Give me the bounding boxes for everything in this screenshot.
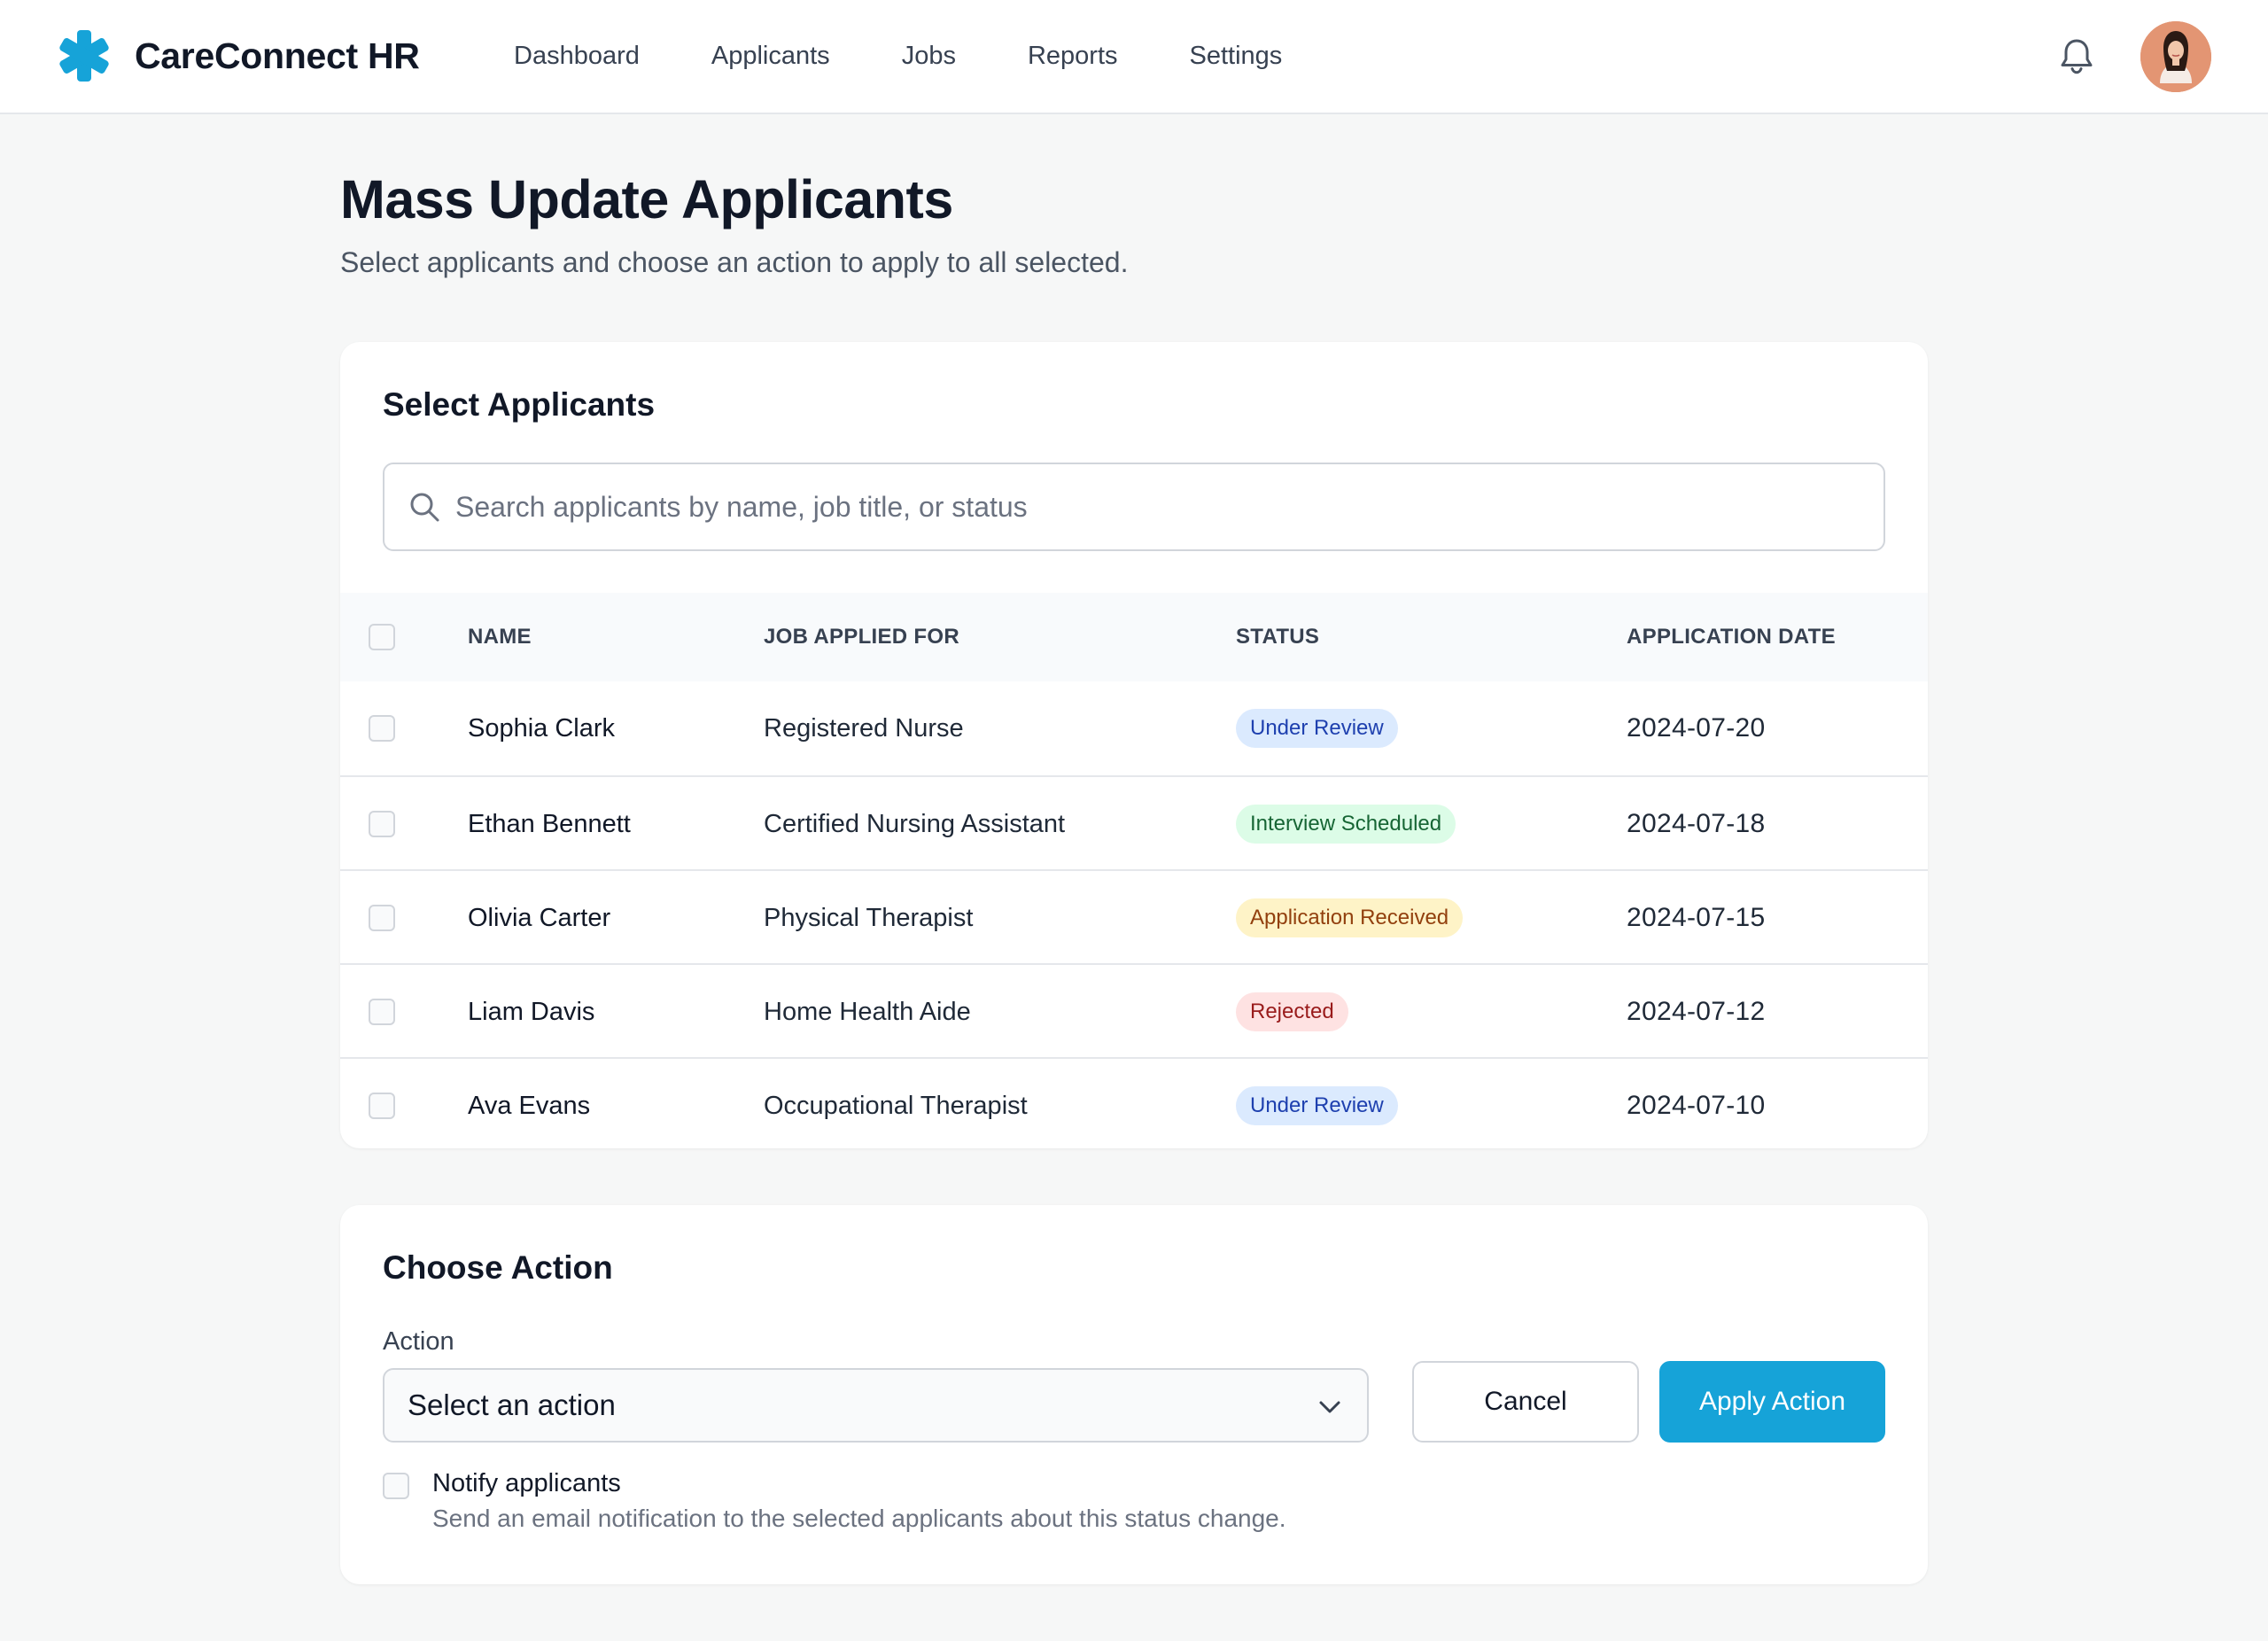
table-row[interactable]: Sophia Clark Registered Nurse Under Revi… — [340, 681, 1928, 775]
notify-applicants-help: Send an email notification to the select… — [432, 1505, 1286, 1532]
column-header-name[interactable]: NAME — [468, 625, 532, 649]
cancel-button[interactable]: Cancel — [1412, 1361, 1639, 1443]
applicants-table: NAME JOB APPLIED FOR STATUS APPLICATION … — [340, 593, 1928, 1148]
notify-applicants-label: Notify applicants — [432, 1469, 621, 1497]
top-navigation-bar: CareConnect HR Dashboard Applicants Jobs… — [0, 0, 2268, 114]
action-select[interactable]: Select an action — [383, 1368, 1369, 1443]
applicant-name: Olivia Carter — [468, 903, 611, 932]
table-row[interactable]: Liam Davis Home Health Aide Rejected 202… — [340, 963, 1928, 1057]
action-field-label: Action — [383, 1327, 454, 1356]
action-select-value: Select an action — [408, 1388, 616, 1421]
search-icon — [410, 493, 439, 522]
bell-icon[interactable] — [2055, 35, 2098, 78]
page-title: Mass Update Applicants — [340, 169, 953, 229]
applicant-job: Registered Nurse — [764, 713, 964, 743]
applicant-name: Sophia Clark — [468, 713, 616, 743]
table-row[interactable]: Olivia Carter Physical Therapist Applica… — [340, 869, 1928, 963]
row-checkbox[interactable] — [369, 1093, 395, 1119]
nav-item-jobs[interactable]: Jobs — [902, 37, 956, 74]
select-all-checkbox[interactable] — [369, 624, 395, 650]
brand[interactable]: CareConnect HR — [58, 30, 420, 82]
user-avatar-image — [2140, 21, 2211, 92]
applicant-job: Physical Therapist — [764, 903, 974, 932]
table-header: NAME JOB APPLIED FOR STATUS APPLICATION … — [340, 593, 1928, 681]
status-badge: Under Review — [1236, 709, 1398, 748]
applicant-job: Certified Nursing Assistant — [764, 809, 1066, 838]
applicant-name: Liam Davis — [468, 997, 595, 1026]
choose-action-card: Choose Action Action Select an action Ca… — [340, 1205, 1928, 1584]
applicant-job: Occupational Therapist — [764, 1091, 1028, 1120]
main-nav: Dashboard Applicants Jobs Reports Settin… — [514, 37, 1354, 74]
status-badge: Application Received — [1236, 898, 1464, 937]
nav-item-reports[interactable]: Reports — [1028, 37, 1118, 74]
select-applicants-card: Select Applicants NAME JOB APPLIED FOR S… — [340, 342, 1928, 1148]
app-name: CareConnect HR — [135, 35, 420, 76]
applicant-job: Home Health Aide — [764, 997, 971, 1026]
row-checkbox[interactable] — [369, 905, 395, 931]
nav-item-applicants[interactable]: Applicants — [711, 37, 830, 74]
row-checkbox[interactable] — [369, 999, 395, 1025]
application-date: 2024-07-10 — [1627, 1091, 1766, 1120]
nav-item-dashboard[interactable]: Dashboard — [514, 37, 640, 74]
search-field[interactable] — [383, 463, 1885, 551]
table-body: Sophia Clark Registered Nurse Under Revi… — [340, 681, 1928, 1148]
application-date: 2024-07-18 — [1627, 809, 1766, 838]
avatar[interactable] — [2140, 21, 2211, 92]
row-checkbox[interactable] — [369, 715, 395, 742]
column-header-date[interactable]: APPLICATION DATE — [1627, 625, 1836, 649]
application-date: 2024-07-20 — [1627, 713, 1766, 743]
chevron-down-icon — [1319, 1401, 1340, 1413]
applicant-name: Ethan Bennett — [468, 809, 631, 838]
page-subtitle: Select applicants and choose an action t… — [340, 246, 1129, 278]
nav-item-settings[interactable]: Settings — [1190, 37, 1283, 74]
choose-action-title: Choose Action — [383, 1249, 613, 1286]
column-header-status[interactable]: STATUS — [1236, 625, 1319, 649]
table-row[interactable]: Ava Evans Occupational Therapist Under R… — [340, 1057, 1928, 1148]
applicant-name: Ava Evans — [468, 1091, 591, 1120]
application-date: 2024-07-12 — [1627, 997, 1766, 1026]
medical-star-icon — [59, 30, 109, 82]
column-header-job[interactable]: JOB APPLIED FOR — [764, 625, 959, 649]
status-badge: Rejected — [1236, 992, 1348, 1031]
status-badge: Under Review — [1236, 1086, 1398, 1125]
row-checkbox[interactable] — [369, 811, 395, 837]
notify-applicants-checkbox[interactable] — [383, 1473, 409, 1499]
application-date: 2024-07-15 — [1627, 903, 1766, 932]
search-input[interactable] — [455, 490, 1837, 524]
table-row[interactable]: Ethan Bennett Certified Nursing Assistan… — [340, 775, 1928, 869]
status-badge: Interview Scheduled — [1236, 805, 1456, 844]
apply-action-button[interactable]: Apply Action — [1659, 1361, 1885, 1443]
select-applicants-title: Select Applicants — [383, 386, 656, 423]
